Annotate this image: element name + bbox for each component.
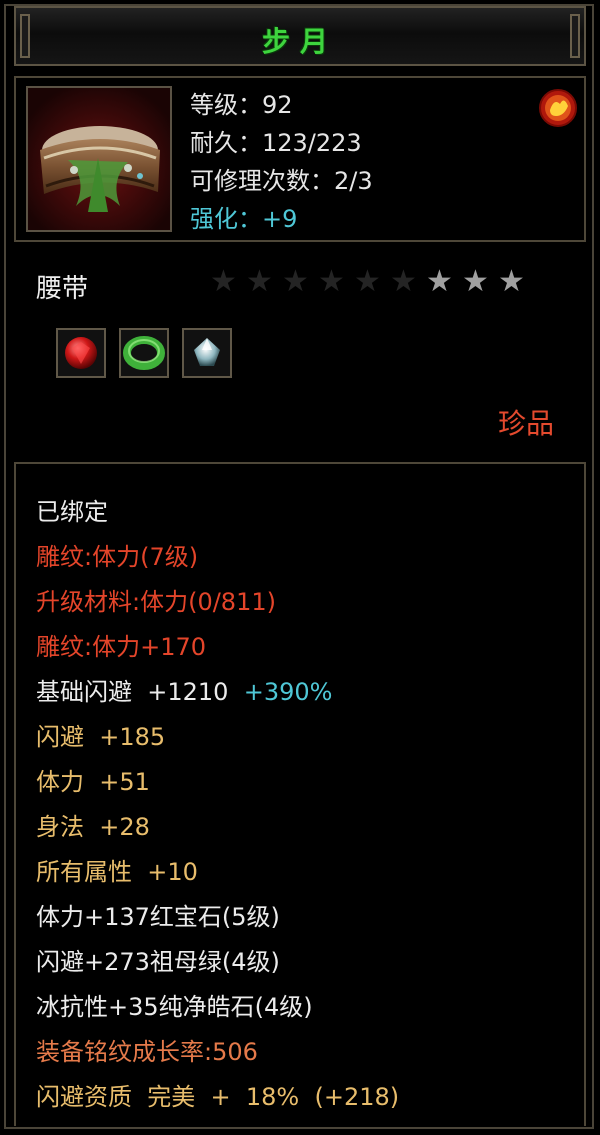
star-empty-icon: ★ (318, 264, 345, 299)
attribute-text: 雕纹:体力+170 (36, 633, 207, 661)
emerald-gem-icon (123, 336, 165, 370)
attribute-line: 所有属性 +10 (36, 852, 399, 897)
item-quality: 珍品 (497, 407, 554, 440)
attribute-text: 闪避+273祖母绿(4级) (36, 948, 280, 976)
diamond-gem-icon (194, 338, 220, 366)
star-empty-icon: ★ (390, 264, 417, 299)
item-level: 等级：92 (190, 91, 293, 119)
star-filled-icon: ★ (498, 264, 525, 299)
flame-orb-icon (539, 89, 577, 127)
attribute-text: 所有属性 +10 (36, 858, 198, 886)
item-icon-frame[interactable] (26, 86, 172, 232)
star-filled-icon: ★ (462, 264, 489, 299)
item-name: 步月 (261, 25, 338, 58)
gem-socket[interactable] (56, 328, 106, 378)
attribute-text: +390% (228, 678, 333, 706)
gem-socket[interactable] (182, 328, 232, 378)
attribute-text: 基础闪避 +1210 (36, 678, 229, 706)
item-durability: 耐久：123/223 (190, 129, 362, 157)
star-empty-icon: ★ (282, 264, 309, 299)
attribute-line: 闪避 +185 (36, 717, 399, 762)
attribute-text: 雕纹:体力(7级) (36, 543, 199, 571)
attribute-text: 体力+137红宝石(5级) (36, 903, 280, 931)
star-empty-icon: ★ (246, 264, 273, 299)
star-filled-icon: ★ (426, 264, 453, 299)
attribute-text: 装备铭纹成长率:506 (36, 1038, 258, 1066)
attribute-line: 雕纹:体力+170 (36, 627, 399, 672)
attribute-list: 已绑定雕纹:体力(7级) 升级材料:体力(0/811) 雕纹:体力+170 基础闪避 … (36, 492, 399, 1122)
attribute-text: 闪避资质 完美 + 18% (+218) (36, 1083, 400, 1111)
attribute-line: 体力 +51 (36, 762, 399, 807)
attribute-line: 闪避+273祖母绿(4级) (36, 942, 399, 987)
attribute-line: 闪避资质 完美 + 18% (+218) (36, 1077, 399, 1122)
enhance-level: 强化：+9 (190, 205, 298, 233)
star-empty-icon: ★ (210, 264, 237, 299)
attribute-line: 冰抗性+35纯净皓石(4级) (36, 987, 399, 1032)
attribute-line: 升级材料:体力(0/811) (36, 582, 399, 627)
repair-count: 可修理次数：2/3 (190, 167, 373, 195)
star-empty-icon: ★ (354, 264, 381, 299)
belt-icon (28, 88, 170, 230)
attribute-text: 冰抗性+35纯净皓石(4级) (36, 993, 313, 1021)
item-type: 腰带 (36, 274, 89, 304)
attribute-line: 雕纹:体力(7级) (36, 537, 399, 582)
attribute-panel: 已绑定雕纹:体力(7级) 升级材料:体力(0/811) 雕纹:体力+170 基础闪避 … (14, 462, 586, 1126)
attribute-line: 基础闪避 +1210 +390% (36, 672, 399, 717)
attribute-line: 装备铭纹成长率:506 (36, 1032, 399, 1077)
attribute-line: 已绑定 (36, 492, 399, 537)
attribute-line: 身法 +28 (36, 807, 399, 852)
attribute-text: 升级材料:体力(0/811) (36, 588, 276, 616)
title-bar: 步月 (14, 6, 586, 66)
attribute-text: 闪避 +185 (36, 723, 166, 751)
ruby-gem-icon (65, 337, 97, 369)
attribute-text: 体力 +51 (36, 768, 150, 796)
attribute-text: 已绑定 (36, 498, 108, 526)
attribute-text: 身法 +28 (36, 813, 150, 841)
gem-socket[interactable] (119, 328, 169, 378)
item-header: 等级：92 耐久：123/223 可修理次数：2/3 强化：+9 (14, 76, 586, 242)
item-stats: 等级：92 耐久：123/223 可修理次数：2/3 强化：+9 (190, 86, 373, 238)
attribute-line: 体力+137红宝石(5级) (36, 897, 399, 942)
